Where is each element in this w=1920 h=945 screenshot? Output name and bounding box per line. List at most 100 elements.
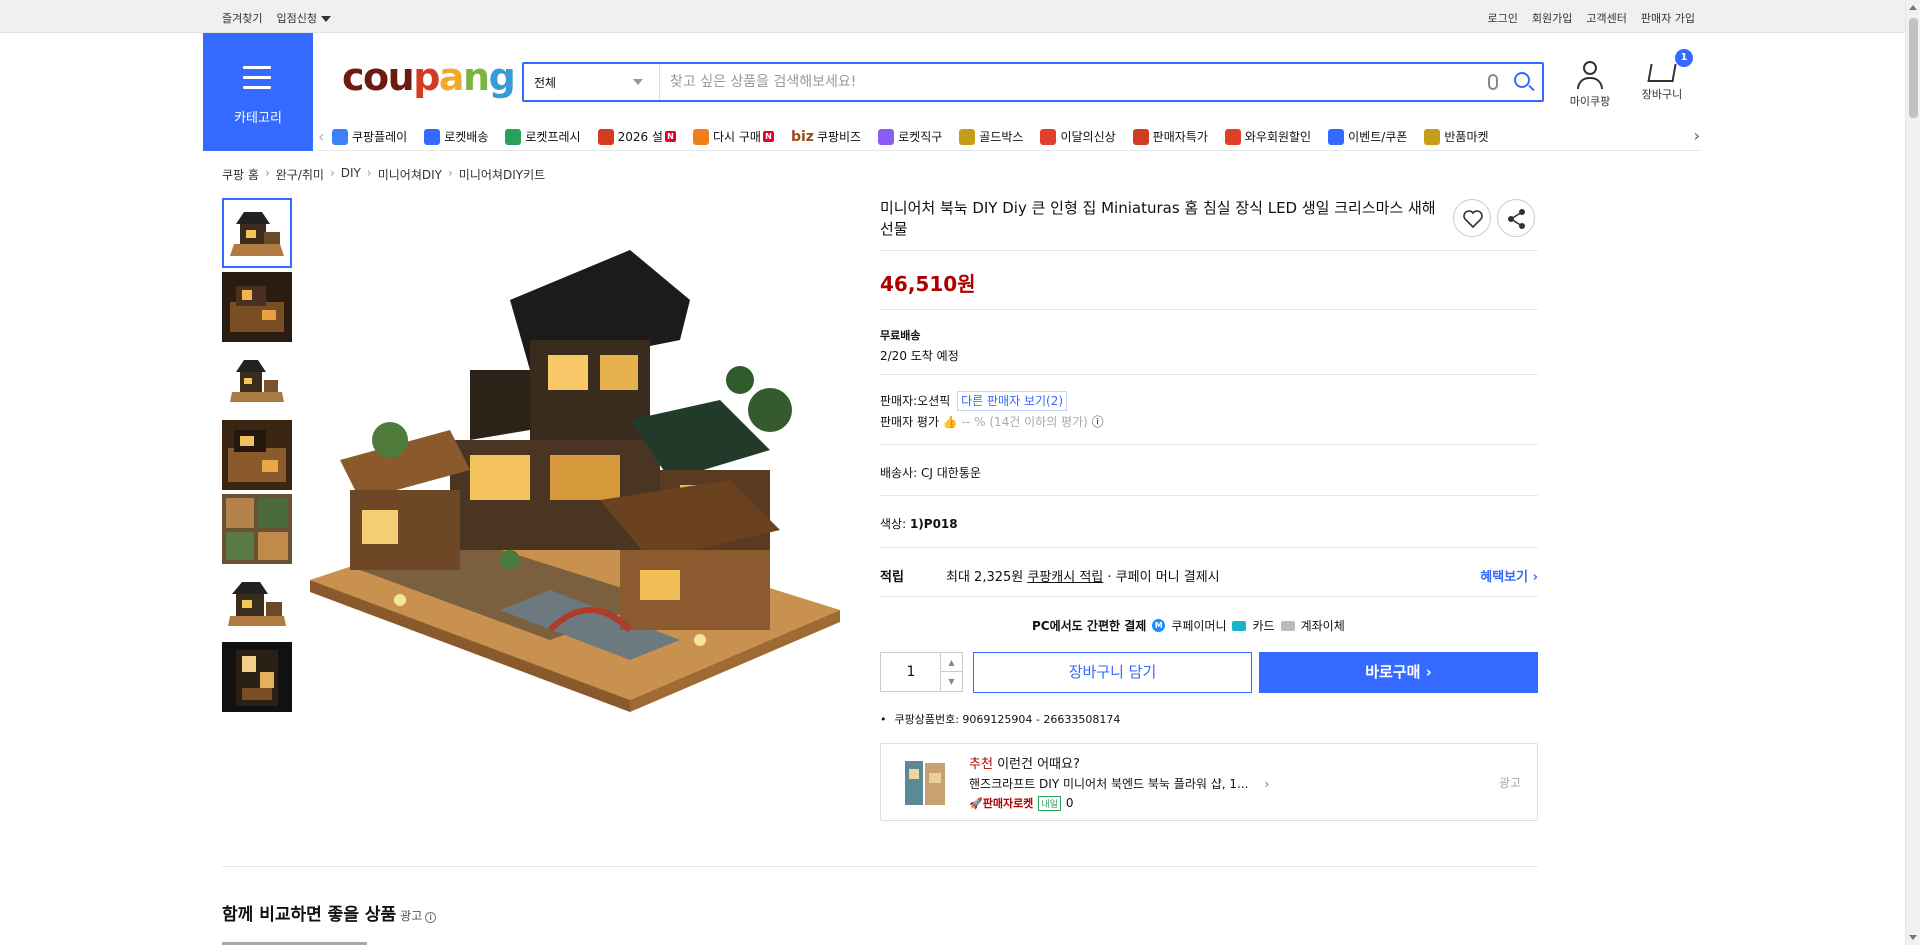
recommendation-card[interactable]: 추천 이런건 어때요? 핸즈크라프트 DIY 미니어처 북엔드 북눅 플라워 샵…	[880, 743, 1538, 821]
product-thumbnail[interactable]	[222, 642, 292, 712]
shortcut-label: 쿠팡비즈	[816, 130, 862, 144]
share-button[interactable]	[1497, 199, 1535, 237]
color-option-row[interactable]: 색상: 1)P018	[880, 515, 958, 532]
shortcut-item[interactable]: 쿠팡플레이	[332, 128, 407, 145]
seller-signup-link[interactable]: 판매자 가입	[1641, 10, 1695, 26]
pay-method: 카드	[1252, 619, 1275, 633]
shortcut-item[interactable]: 이달의신상	[1040, 128, 1116, 145]
recommendation-title[interactable]: 핸즈크라프트 DIY 미니어처 북엔드 북눅 플라워 샵, 1... ›	[969, 775, 1269, 792]
shortcut-item[interactable]: 판매자특가	[1132, 128, 1208, 145]
other-sellers-button[interactable]: 다른 판매자 보기(2)	[957, 391, 1068, 411]
signup-link[interactable]: 회원가입	[1532, 10, 1572, 26]
breadcrumb-item[interactable]: 쿠팡 홈	[222, 166, 259, 183]
coupang-cash-link[interactable]: 쿠팡캐시 적립	[1027, 570, 1103, 585]
tomorrow-badge: 내일	[1038, 795, 1061, 811]
search-bar: 전체	[522, 62, 1544, 102]
quantity-value[interactable]: 1	[881, 664, 941, 680]
shortcut-label: 와우회원할인	[1244, 130, 1312, 144]
seller-rocket-badge: 🚀판매자로켓	[969, 797, 1034, 810]
product-thumbnail[interactable]	[222, 198, 292, 268]
hamburger-icon	[243, 66, 271, 89]
shortcut-item[interactable]: 반품마켓	[1424, 128, 1489, 145]
shortcut-item[interactable]: 다시 구매 N	[692, 128, 774, 145]
reward-condition: · 쿠페이 머니 결제시	[1107, 570, 1220, 585]
divider	[880, 250, 1538, 251]
breadcrumb-item[interactable]: DIY	[341, 166, 361, 183]
page-scrollbar[interactable]	[1905, 0, 1920, 945]
chevron-right-icon: ›	[329, 166, 335, 180]
pc-pay-label: PC에서도 간편한 결제	[1032, 619, 1147, 633]
divider	[880, 495, 1538, 496]
chevron-right-icon: ›	[447, 166, 453, 180]
shipper-name: CJ 대한통운	[921, 466, 981, 480]
divider	[880, 444, 1538, 445]
product-thumbnail[interactable]	[222, 568, 292, 638]
scroll-up-icon[interactable]	[1909, 5, 1917, 10]
info-icon[interactable]: ⓘ	[1092, 415, 1104, 429]
vendor-apply-link[interactable]: 입점신청	[276, 10, 331, 26]
seller-row: 판매자:오션픽 다른 판매자 보기(2)	[880, 391, 1068, 411]
wishlist-button[interactable]	[1453, 199, 1491, 237]
recommendation-image[interactable]	[899, 755, 953, 811]
shortcut-item[interactable]: 로켓프레시	[505, 128, 581, 145]
product-thumbnail[interactable]	[222, 420, 292, 490]
search-icon[interactable]	[1514, 72, 1530, 88]
shortcut-label: 판매자특가	[1152, 130, 1208, 144]
scroll-down-icon[interactable]	[1909, 935, 1917, 940]
main-product-image[interactable]	[300, 240, 840, 720]
shortcut-nav: ‹ 쿠팡플레이 로켓배송 로켓프레시 2026 설 N 다시 구매 N biz 쿠팡비즈 로켓직구…	[318, 123, 1700, 151]
seller-label: 판매자:	[880, 394, 918, 408]
product-thumbnail[interactable]	[222, 494, 292, 564]
breadcrumb-item[interactable]: 완구/취미	[276, 166, 324, 183]
chevron-right-icon[interactable]: ›	[1264, 777, 1269, 791]
my-coupang-button[interactable]: 마이쿠팡	[1564, 58, 1616, 109]
seller-name[interactable]: 오션픽	[917, 394, 950, 408]
login-link[interactable]: 로그인	[1488, 10, 1518, 26]
decrement-icon[interactable]: ▼	[940, 672, 962, 691]
ad-label: 광고	[1498, 776, 1521, 790]
shortcut-item[interactable]: 와우회원할인	[1224, 128, 1312, 145]
add-to-cart-button[interactable]: 장바구니 담기	[973, 652, 1252, 693]
shortcut-next-icon[interactable]: ›	[1694, 126, 1700, 145]
shortcut-prev-icon[interactable]: ‹	[318, 127, 332, 146]
chevron-down-icon	[633, 79, 643, 85]
customer-center-link[interactable]: 고객센터	[1586, 10, 1626, 26]
search-input[interactable]	[670, 70, 1470, 94]
goldbox-icon	[959, 128, 976, 145]
color-label: 색상:	[880, 517, 907, 531]
shortcut-item[interactable]: biz 쿠팡비즈	[791, 128, 861, 145]
cart-button[interactable]: 1 장바구니	[1634, 49, 1693, 102]
seller-rating-label: 판매자 평가	[880, 415, 940, 429]
product-info: 미니어처 북눅 DIY Diy 큰 인형 집 Miniaturas 홈 침실 장…	[880, 198, 1538, 240]
breadcrumb-item[interactable]: 미니어쳐DIY키트	[459, 166, 545, 183]
recommend-tag: 추천	[969, 757, 993, 772]
new-badge: N	[664, 131, 676, 142]
product-thumbnail[interactable]	[222, 272, 292, 342]
cart-count-badge: 1	[1675, 49, 1693, 67]
pay-method: 쿠페이머니	[1171, 619, 1227, 633]
search-category-select[interactable]: 전체	[524, 64, 660, 100]
shortcut-item[interactable]: 골드박스	[959, 128, 1023, 145]
category-label: 카테고리	[234, 111, 282, 126]
recommend-item-title[interactable]: 핸즈크라프트 DIY 미니어처 북엔드 북눅 플라워 샵, 1...	[969, 777, 1248, 791]
increment-icon[interactable]: ▲	[940, 653, 962, 672]
microphone-icon[interactable]	[1488, 74, 1498, 90]
quantity-stepper[interactable]: 1 ▲ ▼	[880, 652, 963, 692]
product-thumbnail[interactable]	[222, 346, 292, 416]
buy-now-button[interactable]: 바로구매 ›	[1259, 652, 1538, 693]
coupang-logo[interactable]: coupang	[342, 55, 516, 99]
breadcrumb-item[interactable]: 미니어쳐DIY	[378, 166, 442, 183]
shortcut-item[interactable]: 로켓직구	[878, 128, 942, 145]
category-menu-button[interactable]: 카테고리	[203, 33, 313, 151]
bookmark-link[interactable]: 즐겨찾기	[222, 10, 262, 26]
scrollbar-thumb[interactable]	[1909, 18, 1918, 118]
benefit-view-link[interactable]: 혜택보기 ›	[1480, 566, 1538, 585]
chevron-right-icon: ›	[1425, 663, 1432, 681]
shortcut-item[interactable]: 로켓배송	[424, 128, 488, 145]
heart-icon	[1463, 210, 1483, 229]
divider	[222, 866, 1538, 867]
shortcut-item[interactable]: 이벤트/쿠폰	[1328, 128, 1407, 145]
shortcut-label: 로켓직구	[898, 130, 943, 144]
info-icon[interactable]: i	[425, 912, 437, 923]
shortcut-item[interactable]: 2026 설N	[597, 128, 676, 145]
